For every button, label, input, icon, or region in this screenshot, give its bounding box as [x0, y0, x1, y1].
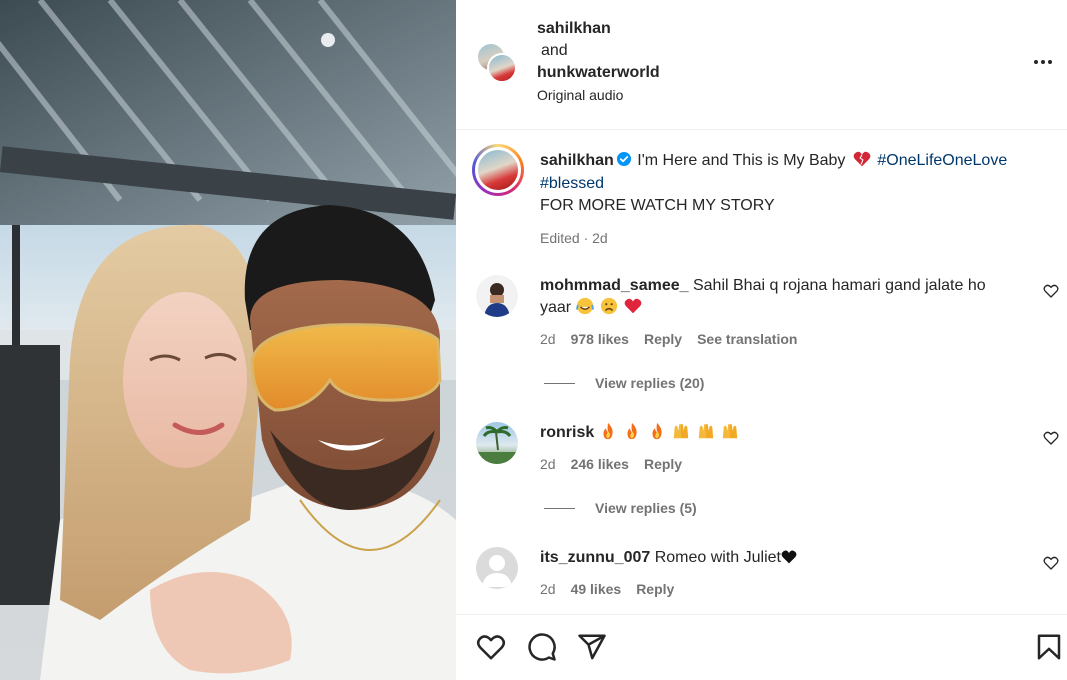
like-icon[interactable]: [476, 632, 506, 662]
like-comment-heart-icon[interactable]: [1043, 283, 1059, 299]
fire-icon: [652, 422, 662, 440]
comment-reply-button[interactable]: Reply: [644, 453, 682, 475]
comment-time: 2d: [540, 581, 556, 597]
caption-text: I'm Here and This is My Baby: [637, 152, 846, 169]
red-heart-icon: [625, 298, 642, 314]
comment-icon[interactable]: [527, 632, 557, 662]
share-icon[interactable]: [577, 632, 607, 662]
comment-meta: 2d 49 likes Reply: [540, 578, 1020, 600]
caption-line2: FOR MORE WATCH MY STORY: [540, 197, 775, 214]
comment-body: its_zunnu_007 Romeo with Juliet 2d 49 li…: [540, 547, 1020, 600]
post-details-panel: sahilkhan and hunkwaterworld Original au…: [456, 0, 1067, 680]
replies-divider-line: [544, 382, 575, 384]
view-replies-button[interactable]: View replies (5): [544, 500, 697, 516]
post-action-bar: [456, 614, 1067, 680]
raising-hands-icon: [698, 423, 713, 439]
author-connector: and: [541, 42, 568, 59]
caption-avatar-story-ring[interactable]: [472, 144, 524, 196]
raising-hands-icon: [722, 423, 738, 439]
fire-icon: [627, 422, 637, 440]
save-icon[interactable]: [1034, 632, 1064, 662]
hashtag-blessed[interactable]: #blessed: [540, 175, 604, 192]
fire-icon: [603, 422, 613, 440]
view-replies-label[interactable]: View replies (5): [595, 500, 697, 516]
collab-avatars[interactable]: [476, 42, 520, 86]
view-replies-label[interactable]: View replies (20): [595, 375, 704, 391]
hashtag-onelifeonelove[interactable]: #OneLifeOneLove: [877, 152, 1007, 169]
see-translation-button[interactable]: See translation: [697, 328, 797, 350]
comment-likes[interactable]: 246 likes: [571, 453, 629, 475]
comment-username[interactable]: its_zunnu_007: [540, 549, 650, 566]
face-tears-of-joy-icon: [575, 297, 594, 315]
collaborator-username[interactable]: hunkwaterworld: [537, 62, 660, 84]
comment-body: mohmmad_samee_ Sahil Bhai q rojana hamar…: [540, 275, 1020, 350]
comment-meta: 2d 246 likes Reply: [540, 453, 1020, 475]
post-header: sahilkhan and hunkwaterworld Original au…: [456, 0, 1067, 130]
verified-badge-icon: [616, 152, 631, 166]
comment-meta: 2d 978 likes Reply See translation: [540, 328, 1020, 350]
sad-face-icon: [600, 297, 618, 315]
replies-divider-line: [544, 507, 575, 509]
view-replies-button[interactable]: View replies (20): [544, 375, 704, 391]
comment-avatar[interactable]: [476, 275, 518, 317]
broken-heart-icon: [853, 151, 871, 167]
photo-illustration: [0, 0, 456, 680]
avatar-hunkwaterworld[interactable]: [487, 53, 517, 83]
comment-body: ronrisk 2d 246 likes Reply: [540, 422, 1020, 475]
like-comment-heart-icon[interactable]: [1043, 555, 1059, 571]
comment-likes[interactable]: 49 likes: [571, 578, 622, 600]
comment-time: 2d: [540, 331, 556, 347]
like-comment-heart-icon[interactable]: [1043, 430, 1059, 446]
more-options-icon[interactable]: [1031, 50, 1055, 74]
black-heart-icon: [781, 550, 797, 564]
caption-meta: Edited · 2d: [540, 229, 608, 246]
comment-reply-button[interactable]: Reply: [636, 578, 674, 600]
author-username[interactable]: sahilkhan: [537, 18, 660, 40]
comment-avatar[interactable]: [476, 422, 518, 464]
comment-username[interactable]: mohmmad_samee_: [540, 277, 689, 294]
caption-body: sahilkhan I'm Here and This is My Baby #…: [540, 150, 1052, 249]
comment-reply-button[interactable]: Reply: [644, 328, 682, 350]
comment-text: Romeo with Juliet: [654, 549, 781, 566]
raising-hands-icon: [673, 423, 689, 439]
audio-link[interactable]: Original audio: [537, 86, 660, 104]
comment-time: 2d: [540, 456, 556, 472]
comment-likes[interactable]: 978 likes: [571, 328, 629, 350]
post-media-photo[interactable]: [0, 0, 456, 680]
comment-username[interactable]: ronrisk: [540, 424, 594, 441]
post-authors: sahilkhan and hunkwaterworld Original au…: [537, 18, 660, 104]
comment-avatar-default[interactable]: [476, 547, 518, 589]
caption-username[interactable]: sahilkhan: [540, 152, 614, 169]
